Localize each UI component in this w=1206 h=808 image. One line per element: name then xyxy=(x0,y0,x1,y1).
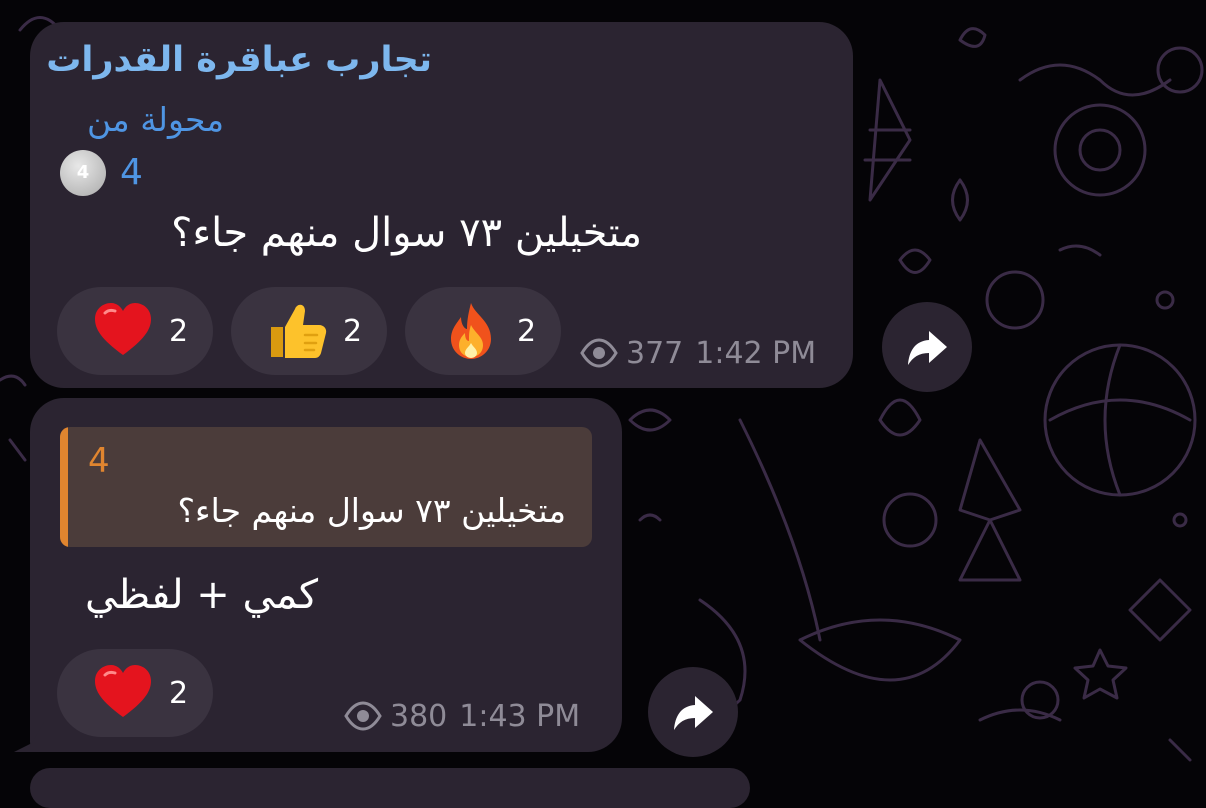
heart-emoji-icon xyxy=(95,303,151,355)
forwarded-from-name[interactable]: 4 xyxy=(120,150,143,196)
reaction-heart[interactable]: 2 xyxy=(57,649,213,737)
message-text: كمي + لفظي xyxy=(84,572,318,618)
forwarded-avatar[interactable]: 4 xyxy=(60,150,106,196)
forwarded-from-label: محولة من xyxy=(86,100,224,139)
reply-accent-bar xyxy=(60,427,68,547)
reply-author: 4 xyxy=(88,441,110,481)
message-meta: 380 1:43 PM xyxy=(344,697,580,735)
eye-icon xyxy=(580,338,618,368)
view-count: 377 xyxy=(626,335,684,371)
eye-icon xyxy=(344,701,382,731)
reaction-count: 2 xyxy=(169,313,189,349)
share-button[interactable] xyxy=(648,667,738,757)
reaction-heart[interactable]: 2 xyxy=(57,287,213,375)
reaction-count: 2 xyxy=(343,313,363,349)
reaction-thumbs-up[interactable]: 2 xyxy=(231,287,387,375)
message-time: 1:42 PM xyxy=(695,335,817,371)
message-meta: 377 1:42 PM xyxy=(580,334,816,372)
message-text: متخيلين ٧٣ سوال منهم جاء؟ xyxy=(171,210,642,256)
next-message-bubble[interactable] xyxy=(30,768,750,808)
view-count: 380 xyxy=(390,698,448,734)
reply-text: متخيلين ٧٣ سوال منهم جاء؟ xyxy=(177,491,566,530)
thumbs-up-emoji-icon xyxy=(271,304,327,358)
share-arrow-icon xyxy=(674,696,713,730)
fire-emoji-icon xyxy=(451,303,491,359)
reply-quote[interactable]: 4 متخيلين ٧٣ سوال منهم جاء؟ xyxy=(60,427,592,547)
reaction-fire[interactable]: 2 xyxy=(405,287,561,375)
reaction-count: 2 xyxy=(517,313,537,349)
share-arrow-icon xyxy=(908,331,947,365)
share-button[interactable] xyxy=(882,302,972,392)
message-time: 1:43 PM xyxy=(459,698,581,734)
channel-title[interactable]: تجارب عباقرة القدرات xyxy=(46,40,432,80)
reaction-count: 2 xyxy=(169,675,189,711)
heart-emoji-icon xyxy=(95,665,151,717)
